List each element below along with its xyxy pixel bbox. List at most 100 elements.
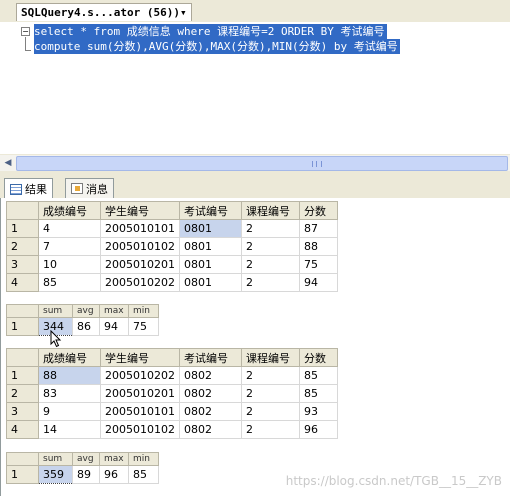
selected-cell[interactable]: 359 xyxy=(38,465,73,484)
query-editor[interactable]: − select * from 成绩信息 where 课程编号=2 ORDER … xyxy=(0,22,510,154)
cell[interactable]: 2005010102 xyxy=(100,237,180,256)
tab-results[interactable]: 结果 xyxy=(4,178,53,199)
summary-grid-1[interactable]: sum avg max min 1 344 86 94 75 xyxy=(6,304,159,336)
row-number[interactable]: 1 xyxy=(6,465,39,484)
cell[interactable]: 4 xyxy=(38,219,101,238)
cell[interactable]: 0802 xyxy=(179,384,242,403)
query-document-tab[interactable]: SQLQuery4.s...ator (56))▾ xyxy=(16,3,192,21)
cell[interactable]: 2 xyxy=(241,237,300,256)
editor-horizontal-scrollbar[interactable]: ◀ xyxy=(0,154,510,171)
cell[interactable]: 2 xyxy=(241,366,300,385)
cell[interactable]: 85 xyxy=(299,366,338,385)
column-header[interactable]: 学生编号 xyxy=(100,348,180,367)
column-header[interactable]: 课程编号 xyxy=(241,201,300,220)
cell[interactable]: 75 xyxy=(128,317,159,336)
scrollbar-thumb[interactable] xyxy=(16,156,508,171)
cell[interactable]: 10 xyxy=(38,255,101,274)
cell[interactable]: 0801 xyxy=(179,237,242,256)
cell[interactable]: 2005010201 xyxy=(100,255,180,274)
result-grid-2[interactable]: 成绩编号 学生编号 考试编号 课程编号 分数 1 88 2005010202 0… xyxy=(6,348,338,439)
table-row[interactable]: 4 85 2005010202 0801 2 94 xyxy=(6,273,338,292)
column-header-max[interactable]: max xyxy=(99,452,129,466)
cell[interactable]: 2 xyxy=(241,384,300,403)
column-header-avg[interactable]: avg xyxy=(72,452,100,466)
column-header[interactable]: 分数 xyxy=(299,201,338,220)
selected-cell[interactable]: 0801 xyxy=(179,219,242,238)
table-row[interactable]: 2 83 2005010201 0802 2 85 xyxy=(6,384,338,403)
column-header[interactable]: 课程编号 xyxy=(241,348,300,367)
cell[interactable]: 0802 xyxy=(179,420,242,439)
column-header[interactable]: 学生编号 xyxy=(100,201,180,220)
cell[interactable]: 96 xyxy=(99,465,129,484)
cell[interactable]: 0802 xyxy=(179,366,242,385)
row-number[interactable]: 2 xyxy=(6,237,39,256)
code-line-select[interactable]: select * from 成绩信息 where 课程编号=2 ORDER BY… xyxy=(34,24,387,39)
table-row[interactable]: 2 7 2005010102 0801 2 88 xyxy=(6,237,338,256)
column-header-min[interactable]: min xyxy=(128,304,159,318)
column-header-avg[interactable]: avg xyxy=(72,304,100,318)
row-number[interactable]: 4 xyxy=(6,273,39,292)
cell[interactable]: 9 xyxy=(38,402,101,421)
grid-corner[interactable] xyxy=(6,201,39,220)
selected-cell[interactable]: 88 xyxy=(38,366,101,385)
cell[interactable]: 93 xyxy=(299,402,338,421)
result-grid-1[interactable]: 成绩编号 学生编号 考试编号 课程编号 分数 1 4 2005010101 08… xyxy=(6,201,338,292)
cell[interactable]: 2005010202 xyxy=(100,273,180,292)
column-header[interactable]: 考试编号 xyxy=(179,348,242,367)
table-row[interactable]: 4 14 2005010102 0802 2 96 xyxy=(6,420,338,439)
column-header[interactable]: 分数 xyxy=(299,348,338,367)
column-header-sum[interactable]: sum xyxy=(38,452,73,466)
cell[interactable]: 0802 xyxy=(179,402,242,421)
table-row[interactable]: 1 88 2005010202 0802 2 85 xyxy=(6,366,338,385)
table-row[interactable]: 1 344 86 94 75 xyxy=(6,317,159,336)
cell[interactable]: 2005010201 xyxy=(100,384,180,403)
cell[interactable]: 2005010101 xyxy=(100,402,180,421)
row-number[interactable]: 2 xyxy=(6,384,39,403)
scroll-left-arrow-icon[interactable]: ◀ xyxy=(2,157,14,169)
grid-corner[interactable] xyxy=(6,348,39,367)
row-number[interactable]: 1 xyxy=(6,366,39,385)
collapse-toggle-icon[interactable]: − xyxy=(21,27,30,36)
column-header[interactable]: 考试编号 xyxy=(179,201,242,220)
cell[interactable]: 85 xyxy=(38,273,101,292)
column-header[interactable]: 成绩编号 xyxy=(38,348,101,367)
cell[interactable]: 2 xyxy=(241,273,300,292)
cell[interactable]: 2005010202 xyxy=(100,366,180,385)
cell[interactable]: 14 xyxy=(38,420,101,439)
cell[interactable]: 86 xyxy=(72,317,100,336)
column-header-sum[interactable]: sum xyxy=(38,304,73,318)
cell[interactable]: 83 xyxy=(38,384,101,403)
row-number[interactable]: 1 xyxy=(6,219,39,238)
row-number[interactable]: 3 xyxy=(6,255,39,274)
cell[interactable]: 87 xyxy=(299,219,338,238)
cell[interactable]: 88 xyxy=(299,237,338,256)
cell[interactable]: 89 xyxy=(72,465,100,484)
table-row[interactable]: 3 10 2005010201 0801 2 75 xyxy=(6,255,338,274)
table-row[interactable]: 1 4 2005010101 0801 2 87 xyxy=(6,219,338,238)
code-line-compute[interactable]: compute sum(分数),AVG(分数),MAX(分数),MIN(分数) … xyxy=(34,39,400,54)
cell[interactable]: 2005010102 xyxy=(100,420,180,439)
row-number[interactable]: 3 xyxy=(6,402,39,421)
cell[interactable]: 75 xyxy=(299,255,338,274)
cell[interactable]: 2005010101 xyxy=(100,219,180,238)
cell[interactable]: 94 xyxy=(299,273,338,292)
cell[interactable]: 2 xyxy=(241,420,300,439)
tab-messages[interactable]: 消息 xyxy=(65,178,114,198)
grid-corner[interactable] xyxy=(6,304,39,318)
table-row[interactable]: 1 359 89 96 85 xyxy=(6,465,159,484)
cell[interactable]: 2 xyxy=(241,255,300,274)
column-header-max[interactable]: max xyxy=(99,304,129,318)
column-header-min[interactable]: min xyxy=(128,452,159,466)
grid-corner[interactable] xyxy=(6,452,39,466)
cell[interactable]: 0801 xyxy=(179,255,242,274)
cell[interactable]: 2 xyxy=(241,402,300,421)
cell[interactable]: 85 xyxy=(128,465,159,484)
row-number[interactable]: 4 xyxy=(6,420,39,439)
cell[interactable]: 0801 xyxy=(179,273,242,292)
cell[interactable]: 96 xyxy=(299,420,338,439)
cell[interactable]: 2 xyxy=(241,219,300,238)
column-header[interactable]: 成绩编号 xyxy=(38,201,101,220)
cell[interactable]: 85 xyxy=(299,384,338,403)
table-row[interactable]: 3 9 2005010101 0802 2 93 xyxy=(6,402,338,421)
cell[interactable]: 7 xyxy=(38,237,101,256)
